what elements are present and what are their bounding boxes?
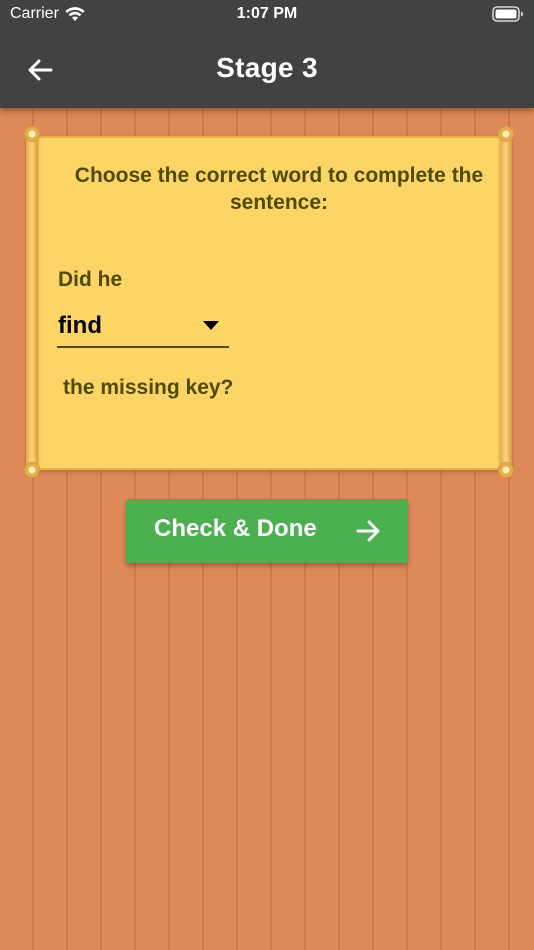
top-bar: Carrier 1:07 PM Stage 3 xyxy=(0,0,534,108)
scroll-knob xyxy=(24,462,40,478)
dropdown-selected-value: find xyxy=(58,312,102,339)
question-scroll: Choose the correct word to complete the … xyxy=(24,126,514,478)
scroll-rod-right xyxy=(498,126,514,478)
word-dropdown[interactable]: find xyxy=(57,306,229,348)
app-bar: Stage 3 xyxy=(0,30,534,108)
page-title: Stage 3 xyxy=(216,52,318,83)
scroll-knob xyxy=(24,126,40,142)
scroll-knob xyxy=(498,462,514,478)
status-bar: Carrier 1:07 PM xyxy=(0,0,534,30)
status-time: 1:07 PM xyxy=(236,5,298,22)
arrow-right-icon xyxy=(356,520,380,542)
check-done-button[interactable]: Check & Done xyxy=(126,499,408,563)
question-text: Choose the correct word to complete the … xyxy=(74,164,484,214)
scroll-paper: Choose the correct word to complete the … xyxy=(36,136,502,470)
sentence-end: the missing key? xyxy=(63,376,234,399)
caret-down-icon xyxy=(203,321,219,330)
scroll-rod-left xyxy=(24,126,40,478)
sentence-start: Did he xyxy=(58,268,123,291)
battery-icon xyxy=(492,6,523,22)
check-done-label: Check & Done xyxy=(154,515,317,542)
scroll-knob xyxy=(498,126,514,142)
